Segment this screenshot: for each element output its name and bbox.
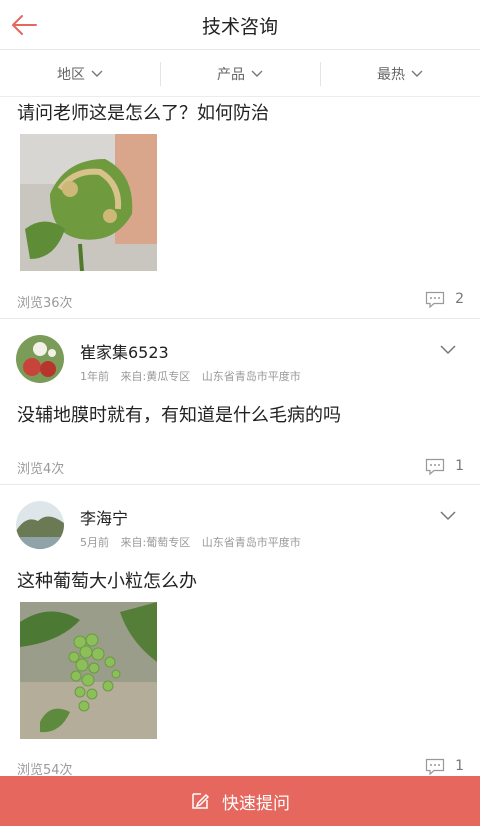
question-card[interactable]: 崔家集6523 1年前 来自:黄瓜专区 山东省青岛市平度市 没辅地膜时就有，有知… bbox=[0, 319, 480, 485]
filter-product[interactable]: 产品 bbox=[160, 51, 320, 96]
view-count: 浏览4次 bbox=[17, 462, 65, 477]
question-text: 这种葡萄大小粒怎么办 bbox=[17, 571, 197, 592]
chevron-down-icon bbox=[91, 70, 103, 77]
comment-icon[interactable] bbox=[425, 291, 445, 309]
post-meta: 5月前 来自:葡萄专区 山东省青岛市平度市 bbox=[80, 534, 309, 550]
filter-region[interactable]: 地区 bbox=[0, 51, 160, 96]
comment-icon[interactable] bbox=[425, 758, 445, 776]
username[interactable]: 崔家集6523 bbox=[80, 339, 169, 363]
question-text: 请问老师这是怎么了？如何防治 bbox=[17, 103, 269, 124]
post-location: 山东省青岛市平度市 bbox=[201, 370, 301, 383]
view-count: 浏览36次 bbox=[17, 296, 73, 311]
username[interactable]: 李海宁 bbox=[80, 505, 128, 529]
view-count: 浏览54次 bbox=[17, 763, 73, 776]
chevron-down-icon[interactable] bbox=[440, 511, 456, 521]
avatar[interactable] bbox=[16, 335, 64, 383]
post-time: 5月前 bbox=[80, 536, 109, 549]
post-source: 来自:黄瓜专区 bbox=[120, 370, 191, 383]
post-source: 来自:葡萄专区 bbox=[120, 536, 191, 549]
question-text: 没辅地膜时就有，有知道是什么毛病的吗 bbox=[17, 405, 341, 426]
post-location: 山东省青岛市平度市 bbox=[201, 536, 301, 549]
filter-product-label: 产品 bbox=[217, 66, 245, 83]
chevron-down-icon[interactable] bbox=[440, 345, 456, 355]
question-card[interactable]: 请问老师这是怎么了？如何防治 浏览36次 2 bbox=[0, 97, 480, 319]
top-bar: 技术咨询 bbox=[0, 0, 480, 50]
filter-bar: 地区 产品 最热 bbox=[0, 51, 480, 97]
chevron-down-icon bbox=[251, 70, 263, 77]
comment-count: 2 bbox=[455, 291, 464, 307]
comment-icon[interactable] bbox=[425, 458, 445, 476]
question-photo-leaf[interactable] bbox=[20, 134, 157, 271]
avatar[interactable] bbox=[16, 501, 64, 549]
quick-ask-button[interactable]: 快速提问 bbox=[0, 776, 480, 826]
chevron-down-icon bbox=[411, 70, 423, 77]
post-meta: 1年前 来自:黄瓜专区 山东省青岛市平度市 bbox=[80, 368, 309, 384]
filter-region-label: 地区 bbox=[57, 66, 85, 83]
filter-sort-label: 最热 bbox=[377, 66, 405, 83]
question-feed: 请问老师这是怎么了？如何防治 浏览36次 2 崔家集6523 1年前 来自:黄瓜… bbox=[0, 97, 480, 776]
quick-ask-label: 快速提问 bbox=[222, 793, 290, 814]
post-time: 1年前 bbox=[80, 370, 109, 383]
edit-icon bbox=[192, 793, 210, 809]
filter-sort[interactable]: 最热 bbox=[320, 51, 480, 96]
page-title: 技术咨询 bbox=[201, 16, 278, 38]
comment-count: 1 bbox=[455, 758, 464, 774]
question-card[interactable]: 李海宁 5月前 来自:葡萄专区 山东省青岛市平度市 这种葡萄大小粒怎么办 浏览5… bbox=[0, 485, 480, 776]
comment-count: 1 bbox=[455, 458, 464, 474]
question-photo-grapes[interactable] bbox=[20, 602, 157, 739]
